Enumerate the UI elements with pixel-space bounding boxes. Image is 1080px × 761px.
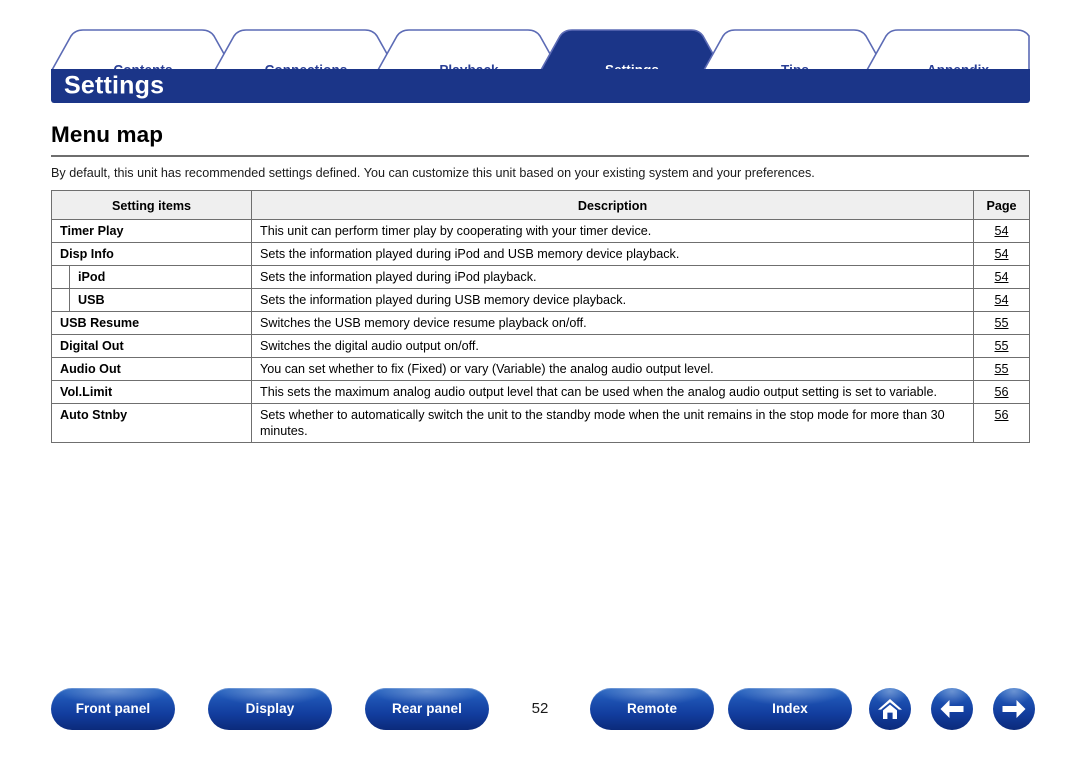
cell-setting-item: Vol.Limit <box>51 380 252 404</box>
page-title: Settings <box>64 71 165 100</box>
sub-item-label: USB <box>69 289 251 311</box>
cell-setting-item: USB Resume <box>51 311 252 335</box>
index-button-label: Index <box>772 701 808 717</box>
home-icon <box>878 699 902 719</box>
cell-description: Sets the information played during iPod … <box>251 265 974 289</box>
cell-description: Sets the information played during iPod … <box>251 242 974 266</box>
remote-button[interactable]: Remote <box>590 688 714 730</box>
page-link[interactable]: 54 <box>994 270 1008 284</box>
cell-description: Sets whether to automatically switch the… <box>251 403 974 443</box>
footer-navigation: Front panel Display Rear panel 52 Remote… <box>0 688 1080 733</box>
cell-setting-item: USB <box>51 288 252 312</box>
back-button[interactable] <box>931 688 973 730</box>
cell-page: 56 <box>973 403 1030 443</box>
page-title-bar: Settings <box>51 69 1030 103</box>
cell-setting-item: Auto Stnby <box>51 403 252 443</box>
page-link[interactable]: 56 <box>994 408 1008 422</box>
table-row: Digital Out Switches the digital audio o… <box>51 334 1030 358</box>
page-link[interactable]: 54 <box>994 293 1008 307</box>
cell-page: 56 <box>973 380 1030 404</box>
remote-button-label: Remote <box>626 701 678 717</box>
intro-paragraph: By default, this unit has recommended se… <box>51 166 815 180</box>
column-header-setting-items: Setting items <box>51 190 252 220</box>
table-body: Timer Play This unit can perform timer p… <box>51 219 1030 443</box>
cell-description: Switches the digital audio output on/off… <box>251 334 974 358</box>
page-link[interactable]: 54 <box>994 247 1008 261</box>
rear-panel-button[interactable]: Rear panel <box>365 688 489 730</box>
cell-setting-item: Audio Out <box>51 357 252 381</box>
column-header-description: Description <box>251 190 974 220</box>
forward-button[interactable] <box>993 688 1035 730</box>
page-link[interactable]: 54 <box>994 224 1008 238</box>
cell-setting-item: Disp Info <box>51 242 252 266</box>
column-header-page: Page <box>973 190 1030 220</box>
cell-setting-item: iPod <box>51 265 252 289</box>
cell-page: 54 <box>973 265 1030 289</box>
table-row: Auto Stnby Sets whether to automatically… <box>51 403 1030 443</box>
display-button-label: Display <box>245 701 295 717</box>
home-button[interactable] <box>869 688 911 730</box>
table-row: Audio Out You can set whether to fix (Fi… <box>51 357 1030 381</box>
table-header-row: Setting items Description Page <box>51 190 1030 220</box>
cell-description: This sets the maximum analog audio outpu… <box>251 380 974 404</box>
arrow-left-icon <box>940 700 964 718</box>
cell-page: 54 <box>973 242 1030 266</box>
cell-page: 55 <box>973 311 1030 335</box>
rear-panel-button-label: Rear panel <box>391 701 463 717</box>
sub-item-label: iPod <box>69 266 251 288</box>
menu-map-table: Setting items Description Page Timer Pla… <box>51 190 1030 443</box>
table-row: USB Resume Switches the USB memory devic… <box>51 311 1030 335</box>
front-panel-button[interactable]: Front panel <box>51 688 175 730</box>
cell-description: Sets the information played during USB m… <box>251 288 974 312</box>
section-heading: Menu map <box>51 122 164 147</box>
cell-description: This unit can perform timer play by coop… <box>251 219 974 243</box>
tab-bar: Contents Connections Playback Settings T… <box>51 28 1030 76</box>
page-link[interactable]: 55 <box>994 339 1008 353</box>
cell-page: 54 <box>973 219 1030 243</box>
cell-page: 54 <box>973 288 1030 312</box>
arrow-right-icon <box>1002 700 1026 718</box>
cell-page: 55 <box>973 334 1030 358</box>
table-row: Disp Info Sets the information played du… <box>51 242 1030 266</box>
page-link[interactable]: 55 <box>994 362 1008 376</box>
table-row: Vol.Limit This sets the maximum analog a… <box>51 380 1030 404</box>
heading-divider <box>51 155 1029 157</box>
page-number: 52 <box>531 700 549 717</box>
cell-setting-item: Digital Out <box>51 334 252 358</box>
index-button[interactable]: Index <box>728 688 852 730</box>
front-panel-button-label: Front panel <box>75 701 151 717</box>
cell-setting-item: Timer Play <box>51 219 252 243</box>
table-row: iPod Sets the information played during … <box>51 265 1030 289</box>
page-link[interactable]: 56 <box>994 385 1008 399</box>
table-row: Timer Play This unit can perform timer p… <box>51 219 1030 243</box>
cell-description: Switches the USB memory device resume pl… <box>251 311 974 335</box>
cell-description: You can set whether to fix (Fixed) or va… <box>251 357 974 381</box>
page-link[interactable]: 55 <box>994 316 1008 330</box>
cell-page: 55 <box>973 357 1030 381</box>
display-button[interactable]: Display <box>208 688 332 730</box>
table-row: USB Sets the information played during U… <box>51 288 1030 312</box>
